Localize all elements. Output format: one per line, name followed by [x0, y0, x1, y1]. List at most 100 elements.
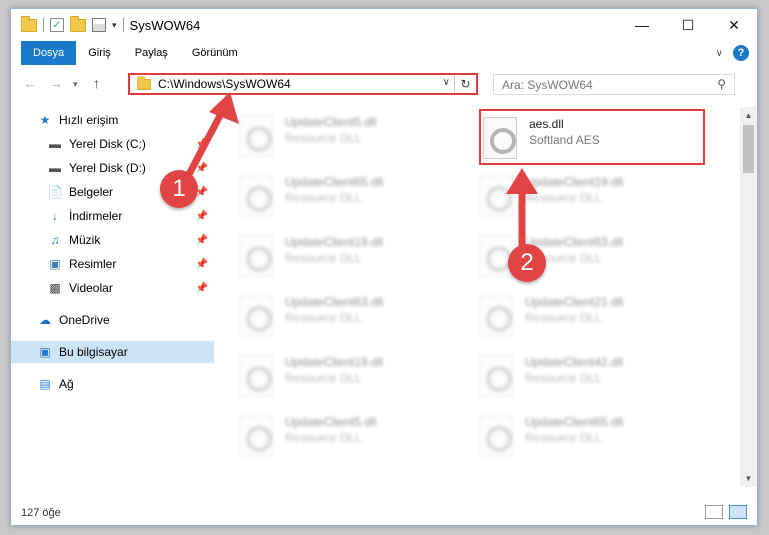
search-input[interactable]: Ara: SysWOW64 ⚲ [493, 74, 735, 95]
file-name: UpdateClient42.dll [525, 355, 624, 369]
vertical-scrollbar[interactable]: ▲ ▼ [740, 107, 757, 487]
dll-file-icon [239, 235, 273, 277]
details-view-icon[interactable] [705, 505, 723, 519]
sidebar-item-pictures[interactable]: ▣ Resimler 📌 [11, 253, 214, 275]
file-tile[interactable]: UpdateClient65.dll Resource DLL [461, 409, 691, 465]
sidebar-item-label: Yerel Disk (D:) [69, 161, 146, 175]
file-name: UpdateClient5.dll [285, 415, 377, 429]
scroll-up-icon[interactable]: ▲ [740, 107, 757, 124]
file-name: UpdateClient19.dll [285, 355, 384, 369]
ribbon-tabs: Dosya Giriş Paylaş Görünüm ∨ ? [11, 41, 757, 65]
scroll-down-icon[interactable]: ▼ [740, 470, 757, 487]
search-icon[interactable]: ⚲ [717, 77, 726, 91]
chevron-down-icon[interactable]: ∨ [716, 48, 723, 59]
sidebar-item-downloads[interactable]: ↓ İndirmeler 📌 [11, 205, 214, 227]
dll-file-icon [479, 235, 513, 277]
file-tile[interactable]: UpdateClient19.dll Resource DLL [221, 229, 451, 285]
sidebar-item-videos[interactable]: ▩ Videolar 📌 [11, 277, 214, 299]
properties-icon[interactable] [92, 18, 106, 32]
step-badge-2: 2 [508, 244, 546, 282]
file-name: UpdateClient19.dll [285, 235, 384, 249]
pin-icon[interactable]: 📌 [196, 163, 208, 174]
dll-file-icon [239, 415, 273, 457]
file-type: Resource DLL [285, 191, 362, 205]
properties-check-icon[interactable]: ✓ [50, 18, 64, 32]
divider [122, 18, 124, 32]
file-name: aes.dll [529, 117, 564, 131]
status-bar: 127 öğe [11, 501, 757, 525]
maximize-button[interactable]: ☐ [665, 9, 711, 41]
navigation-pane: ★ Hızlı erişim ▬ Yerel Disk (C:) 📌 ▬ Yer… [11, 107, 214, 487]
file-tile-aes-dll[interactable]: aes.dll Softland AES [479, 109, 705, 165]
sidebar-item-disk-c[interactable]: ▬ Yerel Disk (C:) 📌 [11, 133, 214, 155]
large-icons-view-icon[interactable] [729, 505, 747, 519]
file-tile[interactable]: UpdateClient5.dll Resource DLL [221, 409, 451, 465]
address-bar[interactable]: C:\Windows\SysWOW64 ∨ ↻ [128, 73, 478, 95]
up-arrow-icon[interactable]: ↑ [93, 75, 100, 91]
title-bar: ✓ ▾ SysWOW64 — ☐ ✕ [11, 9, 757, 41]
file-type: Resource DLL [285, 311, 362, 325]
refresh-icon[interactable]: ↻ [454, 75, 476, 93]
file-tile[interactable]: UpdateClient65.dll Resource DLL [221, 169, 451, 225]
tab-file[interactable]: Dosya [21, 41, 77, 65]
file-type: Resource DLL [525, 431, 602, 445]
file-tile[interactable]: UpdateClient21.dll Resource DLL [461, 289, 691, 345]
sidebar-item-music[interactable]: ♫ Müzik 📌 [11, 229, 214, 251]
pin-icon[interactable]: 📌 [196, 139, 208, 150]
navigation-bar: ← → ▾ ↑ C:\Windows\SysWOW64 ∨ ↻ Ara: Sys… [11, 69, 757, 99]
file-tile[interactable]: UpdateClient42.dll Resource DLL [461, 349, 691, 405]
new-folder-icon[interactable] [70, 15, 86, 32]
drive-icon: ▬ [49, 137, 61, 151]
forward-arrow-icon[interactable]: → [49, 75, 63, 91]
file-type: Resource DLL [285, 371, 362, 385]
search-placeholder: Ara: SysWOW64 [502, 77, 593, 92]
file-name: UpdateClient65.dll [285, 175, 384, 189]
tab-home[interactable]: Giriş [76, 41, 123, 65]
recent-locations-chevron-icon[interactable]: ▾ [73, 79, 78, 90]
pin-icon[interactable]: 📌 [196, 235, 208, 246]
drive-icon: ▬ [49, 161, 61, 175]
chevron-down-icon[interactable]: ▾ [112, 20, 117, 31]
item-count: 127 öğe [21, 507, 61, 519]
file-tile[interactable]: UpdateClient63.dll Resource DLL [461, 229, 691, 285]
view-buttons [705, 505, 747, 519]
scroll-thumb[interactable] [743, 125, 754, 173]
sidebar-item-label: Yerel Disk (C:) [69, 137, 146, 151]
step-badge-1: 1 [160, 170, 198, 208]
file-tile[interactable]: UpdateClient19.dll Resource DLL [221, 349, 451, 405]
divider [43, 18, 44, 32]
address-path[interactable]: C:\Windows\SysWOW64 [158, 77, 291, 91]
sidebar-item-quick-access[interactable]: ★ Hızlı erişim [11, 109, 214, 131]
sidebar-item-label: Hızlı erişim [59, 113, 119, 127]
dll-file-icon [479, 295, 513, 337]
sidebar-item-this-pc[interactable]: ▣ Bu bilgisayar [11, 341, 214, 363]
file-type: Resource DLL [285, 131, 362, 145]
sidebar-item-network[interactable]: ▤ Ağ [11, 373, 214, 395]
computer-icon: ▣ [39, 345, 51, 359]
file-type: Resource DLL [525, 311, 602, 325]
chevron-down-icon[interactable]: ∨ [443, 77, 450, 88]
pin-icon[interactable]: 📌 [196, 211, 208, 222]
file-tile[interactable]: UpdateClient19.dll Resource DLL [461, 169, 691, 225]
network-icon: ▤ [39, 377, 51, 391]
sidebar-item-label: Müzik [69, 233, 101, 247]
file-name: UpdateClient65.dll [525, 415, 624, 429]
pin-icon[interactable]: 📌 [196, 283, 208, 294]
back-arrow-icon[interactable]: ← [23, 75, 37, 91]
close-button[interactable]: ✕ [711, 9, 757, 41]
dll-file-icon [239, 295, 273, 337]
file-tile[interactable]: UpdateClient63.dll Resource DLL [221, 289, 451, 345]
file-tile[interactable]: UpdateClient5.dll Resource DLL [221, 109, 451, 165]
dll-file-icon [239, 115, 273, 157]
sidebar-item-label: Belgeler [69, 185, 114, 199]
dll-file-icon [479, 415, 513, 457]
sidebar-item-onedrive[interactable]: ☁ OneDrive [11, 309, 214, 331]
tab-view[interactable]: Görünüm [180, 41, 250, 65]
pin-icon[interactable]: 📌 [196, 259, 208, 270]
minimize-button[interactable]: — [619, 9, 665, 41]
dll-file-icon [239, 175, 273, 217]
sidebar-item-label: Bu bilgisayar [59, 345, 128, 359]
tab-share[interactable]: Paylaş [123, 41, 180, 65]
help-icon[interactable]: ? [733, 45, 749, 61]
dll-file-icon [479, 175, 513, 217]
